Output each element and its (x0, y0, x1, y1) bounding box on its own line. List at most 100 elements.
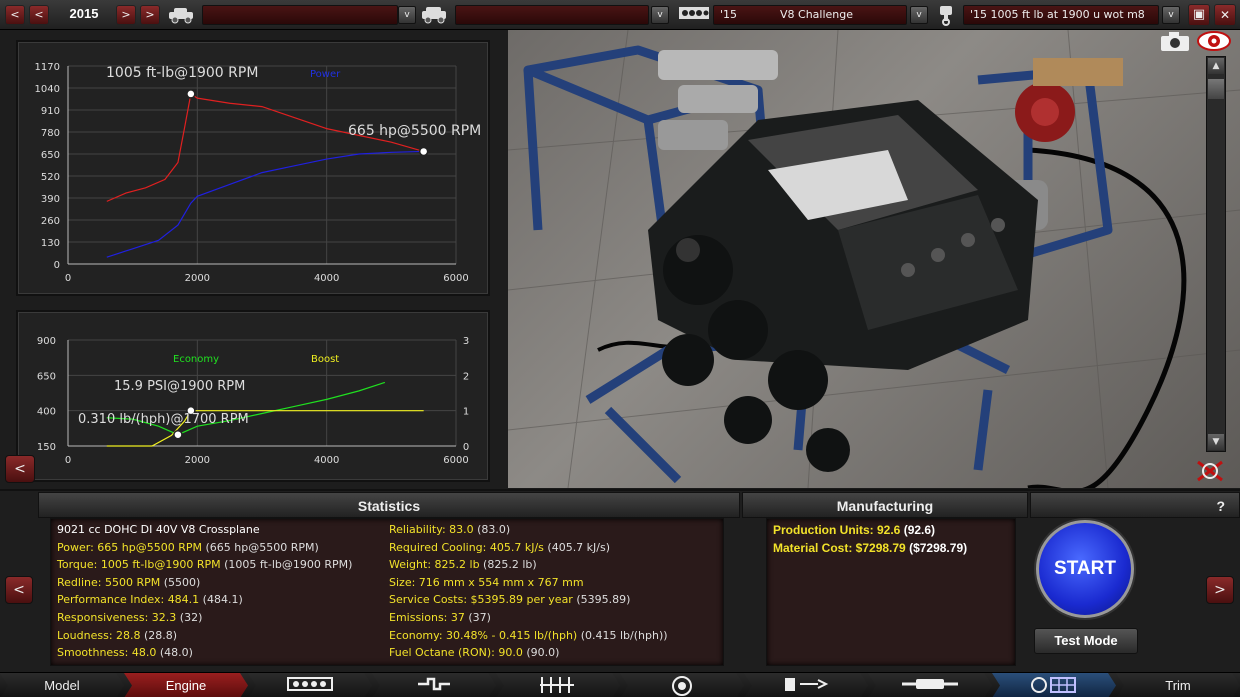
nav-tab-trim[interactable]: Trim (1116, 673, 1240, 697)
x-tick-label: 0 (65, 455, 71, 466)
y-tick-label: 910 (41, 106, 60, 117)
right-stat-row: Reliability: 83.0 (83.0) (389, 523, 510, 536)
engine-family-select[interactable]: '15 V8 Challenge (713, 5, 907, 25)
stat-previous-value: (484.1) (199, 593, 243, 607)
nav-tab-model[interactable]: Model (0, 673, 124, 697)
x-tick-label: 6000 (443, 273, 468, 284)
year-next-fast-button[interactable]: > (140, 5, 160, 25)
scroll-down-button[interactable]: ▼ (1208, 434, 1224, 450)
stat-previous-value: (405.7 kJ/s) (543, 540, 611, 554)
prev-label: < (34, 8, 44, 21)
power-legend: Power (310, 69, 341, 80)
x-tick-label: 2000 (185, 273, 210, 284)
previous-section-button[interactable]: < (5, 576, 33, 604)
stat-previous-value: (32) (176, 611, 203, 624)
test-mode-button[interactable]: Test Mode (1034, 628, 1138, 654)
nav-tab-tuning[interactable] (992, 673, 1116, 697)
scroll-thumb[interactable] (1208, 79, 1224, 99)
left-stat-row: Redline: 5500 RPM (5500) (57, 576, 200, 589)
save-button[interactable]: ▣ (1188, 4, 1210, 26)
y-tick-label: 0 (54, 260, 60, 271)
stat-previous-value: (90.0) (522, 646, 560, 660)
next-section-button[interactable]: > (1206, 576, 1234, 604)
y-tick-label: 150 (37, 442, 56, 453)
nav-tab-crankshaft[interactable] (372, 673, 496, 697)
nav-tab-turbo[interactable] (620, 673, 744, 697)
manufacturing-previous-value: (92.6) (900, 523, 936, 537)
left-stat-row: Torque: 1005 ft-lb@1900 RPM (1005 ft-lb@… (57, 558, 352, 571)
close-button[interactable]: ✕ (1214, 4, 1236, 26)
economy-boost-graph: 150 400 650 900 0 1 2 3 0 2000 4000 6000 Economy Boos… (16, 310, 490, 482)
chevron-down-icon: v (657, 10, 663, 20)
collapse-panel-button[interactable]: < (5, 455, 35, 483)
stat-label: Loudness: 28.8 (57, 628, 141, 642)
section-nav: Model Engine Trim (0, 672, 1240, 697)
peak-torque-marker (186, 89, 196, 99)
help-button[interactable]: ? (1030, 492, 1240, 518)
left-arrow-icon: < (14, 461, 26, 477)
y-tick-label: 780 (41, 128, 60, 139)
y-tick-label: 400 (37, 407, 56, 418)
engine-variant-select[interactable]: '15 1005 ft lb at 1900 u wot m8 (963, 5, 1159, 25)
car-trim-icon (418, 4, 452, 26)
y-tick-label: 650 (37, 371, 56, 382)
manufacturing-row: Production Units: 92.6 (92.6) (773, 523, 935, 537)
torque-peak-label: 1005 ft-lb@1900 RPM (106, 65, 258, 81)
y-tick-label: 390 (41, 194, 60, 205)
economy-legend: Economy (173, 354, 219, 365)
left-stat-row: Performance Index: 484.1 (484.1) (57, 593, 243, 606)
right-stat-row: Weight: 825.2 lb (825.2 lb) (389, 558, 537, 571)
stat-label: Reliability: 83.0 (389, 523, 474, 536)
y2-tick-label: 2 (463, 371, 469, 382)
right-stat-row: Size: 716 mm x 554 mm x 767 mm (389, 576, 584, 589)
stat-previous-value: (5500) (160, 575, 201, 589)
scroll-up-button[interactable]: ▲ (1208, 58, 1224, 74)
engine-family-dropdown-button[interactable]: v (910, 6, 928, 24)
x-tick-label: 4000 (314, 273, 339, 284)
nav-tab-valvetrain[interactable] (496, 673, 620, 697)
y2-tick-label: 1 (463, 407, 469, 418)
manufacturing-title: Manufacturing (742, 492, 1028, 518)
camera-icon[interactable] (1156, 30, 1194, 54)
year-prev-button[interactable]: < (29, 5, 49, 25)
y-tick-label: 900 (37, 336, 56, 347)
manufacturing-list: Production Units: 92.6 (92.6) Material Co… (766, 518, 1016, 666)
x-tick-label: 4000 (314, 455, 339, 466)
car-model-select[interactable] (202, 5, 398, 25)
nav-tab-fuel-system[interactable] (744, 673, 868, 697)
car-trim-dropdown-button[interactable]: v (651, 6, 669, 24)
y-tick-label: 260 (41, 216, 60, 227)
start-button[interactable]: START (1036, 520, 1134, 618)
reset-view-icon[interactable] (1194, 458, 1226, 484)
right-arrow-icon: > (1214, 582, 1226, 598)
y-tick-label: 650 (41, 150, 60, 161)
engine-3d-viewport[interactable] (508, 30, 1240, 488)
stat-previous-value: (83.0) (473, 523, 511, 536)
year-next-button[interactable]: > (116, 5, 136, 25)
car-trim-select[interactable] (455, 5, 649, 25)
stat-previous-value: (5395.89) (572, 593, 631, 607)
x-tick-label: 6000 (443, 455, 468, 466)
left-arrow-icon: < (13, 582, 25, 598)
engine-block-icon (286, 675, 334, 697)
nav-tab-label: Engine (165, 678, 207, 693)
valvetrain-icon (538, 675, 578, 697)
nav-tab-engine-block[interactable] (248, 673, 372, 697)
power-torque-chart: 0 130 260 390 520 650 780 910 1040 1170 0 2000 4000 6… (35, 62, 482, 284)
view-toggle-eye-icon[interactable] (1196, 30, 1234, 54)
left-stat-row: Responsiveness: 32.3 (32) (57, 611, 202, 624)
save-icon: ▣ (1192, 7, 1206, 22)
manufacturing-label: Material Cost: $7298.79 (773, 541, 906, 555)
engine-variant-dropdown-button[interactable]: v (1162, 6, 1180, 24)
car-model-dropdown-button[interactable]: v (398, 6, 416, 24)
engine-family-name: V8 Challenge (780, 8, 854, 21)
stat-label: Fuel Octane (RON): 90.0 (389, 646, 523, 660)
engine-block-icon (676, 4, 712, 26)
stat-previous-value: (28.8) (140, 628, 178, 642)
x-tick-label: 2000 (185, 455, 210, 466)
year-prev-fast-button[interactable]: < (5, 5, 25, 25)
nav-tab-exhaust[interactable] (868, 673, 992, 697)
statistics-title: Statistics (38, 492, 740, 518)
viewport-scrollbar[interactable]: ▲ ▼ (1206, 56, 1226, 452)
nav-tab-engine[interactable]: Engine (124, 673, 248, 697)
